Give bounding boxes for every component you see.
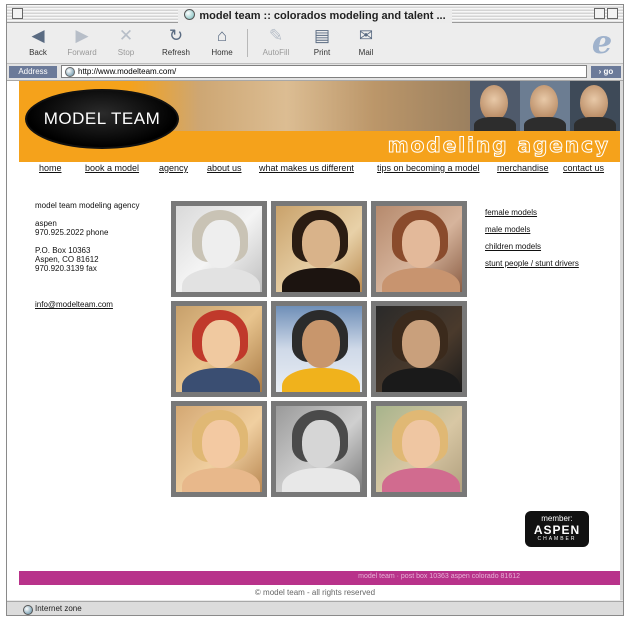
- browser-toolbar: ◀ Back ▶ Forward ✕ Stop ↻ Refresh ⌂ Home…: [7, 23, 623, 64]
- address-input[interactable]: http://www.modelteam.com/: [61, 65, 587, 78]
- copyright: © model team - all rights reserved: [254, 588, 376, 597]
- model-photo[interactable]: [371, 301, 467, 397]
- window-title-container: model team :: colorados modeling and tal…: [178, 9, 452, 23]
- model-photo[interactable]: [371, 401, 467, 497]
- zoom-box[interactable]: [594, 8, 605, 19]
- aspen-chamber-badge[interactable]: member: ASPEN CHAMBER: [525, 511, 589, 547]
- footer-bar: model team · post box 10363 aspen colora…: [19, 571, 620, 585]
- forward-button[interactable]: ▶ Forward: [59, 26, 105, 57]
- nav-divider: [19, 159, 620, 162]
- banner-tagline: modeling agency: [387, 133, 610, 158]
- scrollbar[interactable]: [620, 81, 623, 600]
- address-label: Address: [9, 66, 57, 78]
- globe-icon: [23, 605, 33, 615]
- model-photo[interactable]: [371, 201, 467, 297]
- print-icon: ▤: [313, 26, 331, 45]
- banner-photo: [129, 81, 479, 131]
- site-logo[interactable]: MODEL TEAM: [25, 89, 179, 149]
- toolbar-separator: [247, 29, 248, 57]
- browser-window: model team :: colorados modeling and tal…: [6, 4, 624, 616]
- model-photo[interactable]: [171, 401, 267, 497]
- nav-about-us[interactable]: about us: [207, 163, 242, 173]
- back-button[interactable]: ◀ Back: [15, 26, 61, 57]
- model-photo[interactable]: [171, 201, 267, 297]
- nav-contact-us[interactable]: contact us: [563, 163, 604, 173]
- contact-po-box: P.O. Box 10363: [35, 246, 91, 255]
- globe-icon: [65, 67, 75, 77]
- logo-text: MODEL TEAM: [43, 109, 161, 128]
- autofill-button[interactable]: ✎ AutoFill: [253, 26, 299, 57]
- nav-book-a-model[interactable]: book a model: [85, 163, 139, 173]
- site-banner: MODEL TEAM modeling agency: [19, 81, 620, 159]
- model-photo[interactable]: [271, 201, 367, 297]
- link-female-models[interactable]: female models: [485, 204, 579, 221]
- contact-fax: 970.920.3139 fax: [35, 264, 97, 273]
- back-icon: ◀: [31, 26, 45, 45]
- mail-icon: ✉: [358, 26, 374, 45]
- model-photo[interactable]: [271, 401, 367, 497]
- banner-model-photo: [570, 81, 620, 131]
- ie-logo-icon: e: [591, 23, 613, 61]
- contact-email-link[interactable]: info@modelteam.com: [35, 300, 175, 309]
- contact-phone: 970.925.2022 phone: [35, 228, 109, 237]
- model-photo[interactable]: [171, 301, 267, 397]
- address-url: http://www.modelteam.com/: [78, 67, 177, 76]
- forward-icon: ▶: [75, 26, 89, 45]
- title-bar[interactable]: model team :: colorados modeling and tal…: [7, 5, 623, 23]
- mail-button[interactable]: ✉ Mail: [343, 26, 389, 57]
- banner-model-photos: [470, 81, 620, 131]
- status-bar: Internet zone: [7, 601, 623, 615]
- window-title: model team :: colorados modeling and tal…: [199, 10, 446, 22]
- banner-model-photo: [470, 81, 520, 131]
- nav-what-makes-us-different[interactable]: what makes us different: [259, 163, 354, 173]
- nav-home[interactable]: home: [39, 163, 62, 173]
- contact-info: model team modeling agency aspen 970.925…: [35, 201, 175, 309]
- refresh-icon: ↻: [168, 26, 184, 45]
- stop-icon: ✕: [118, 26, 134, 45]
- nav-merchandise[interactable]: merchandise: [497, 163, 549, 173]
- company-name: model team modeling agency: [35, 201, 140, 210]
- link-children-models[interactable]: children models: [485, 238, 579, 255]
- site-nav: home book a model agency about us what m…: [19, 163, 620, 177]
- link-stunt-people[interactable]: stunt people / stunt drivers: [485, 255, 579, 272]
- stop-button[interactable]: ✕ Stop: [103, 26, 149, 57]
- contact-city-state: Aspen, CO 81612: [35, 255, 99, 264]
- banner-model-photo: [520, 81, 570, 131]
- link-male-models[interactable]: male models: [485, 221, 579, 238]
- print-button[interactable]: ▤ Print: [299, 26, 345, 57]
- nav-tips-on-becoming-a-model[interactable]: tips on becoming a model: [377, 163, 480, 173]
- globe-icon: [184, 9, 196, 20]
- footer-address: model team · post box 10363 aspen colora…: [358, 573, 520, 580]
- refresh-button[interactable]: ↻ Refresh: [153, 26, 199, 57]
- collapse-box[interactable]: [607, 8, 618, 19]
- contact-city: aspen: [35, 219, 57, 228]
- nav-agency[interactable]: agency: [159, 163, 188, 173]
- go-button[interactable]: › go: [591, 66, 621, 78]
- status-zone: Internet zone: [35, 604, 82, 613]
- autofill-icon: ✎: [268, 26, 284, 45]
- page-content: MODEL TEAM modeling agency home book a m…: [7, 81, 623, 600]
- address-bar: Address http://www.modelteam.com/ › go: [7, 64, 623, 81]
- model-photo[interactable]: [271, 301, 367, 397]
- home-button[interactable]: ⌂ Home: [199, 26, 245, 57]
- model-photo-grid: [171, 201, 467, 497]
- model-categories: female models male models children model…: [485, 204, 579, 272]
- home-icon: ⌂: [216, 26, 228, 45]
